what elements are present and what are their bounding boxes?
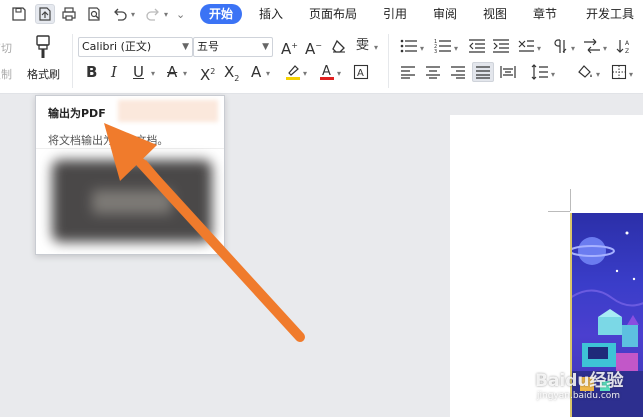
tab-developer-tools[interactable]: 开发工具 — [586, 6, 634, 22]
tab-insert[interactable]: 插入 — [259, 6, 283, 22]
tooltip-title: 输出为PDF — [48, 107, 106, 120]
distributed-align-icon[interactable] — [500, 65, 516, 79]
align-center-icon[interactable] — [425, 65, 441, 79]
borders-dropdown-icon[interactable]: ▾ — [629, 70, 633, 79]
highlight-dropdown-icon[interactable]: ▾ — [303, 69, 307, 78]
svg-text:A: A — [625, 40, 630, 47]
superscript-icon[interactable]: X2 — [200, 63, 215, 84]
tab-home[interactable]: 开始 — [200, 4, 243, 24]
group-divider — [388, 34, 389, 88]
redo-dropdown-icon[interactable]: ▾ — [164, 10, 168, 19]
tab-view[interactable]: 视图 — [483, 6, 507, 22]
show-hide-marks-icon[interactable] — [551, 38, 569, 54]
bullet-list-dropdown-icon[interactable]: ▾ — [420, 44, 424, 53]
font-color-dropdown-icon[interactable]: ▾ — [337, 69, 341, 78]
strikethrough-dropdown-icon[interactable]: ▾ — [183, 69, 187, 78]
subscript-icon[interactable]: X2 — [224, 63, 239, 88]
tab-page-layout[interactable]: 页面布局 — [309, 6, 357, 22]
character-border-icon[interactable]: A — [353, 64, 369, 80]
justify-icon — [476, 66, 490, 79]
clear-formatting-icon[interactable] — [331, 38, 347, 54]
sort-icon[interactable]: AZ — [616, 38, 634, 54]
margin-corner-mark — [570, 189, 571, 211]
align-right-icon[interactable] — [450, 65, 466, 79]
text-direction-icon[interactable] — [583, 38, 601, 54]
menu-bar: ▾ ▾ ⌄ 开始 插入 页面布局 引用 审阅 视图 章节 开发工具 — [0, 0, 643, 28]
tooltip-description: 将文档输出为PDF文档。 — [48, 134, 169, 147]
line-spacing-icon[interactable] — [531, 64, 549, 80]
svg-text:Z: Z — [625, 48, 629, 54]
tab-review[interactable]: 审阅 — [433, 6, 457, 22]
tab-references[interactable]: 引用 — [383, 6, 407, 22]
chevron-down-icon: ▼ — [262, 42, 269, 52]
text-direction-dropdown-icon[interactable]: ▾ — [603, 44, 607, 53]
print-icon[interactable] — [59, 4, 79, 24]
watermark-subtext: jingyan.baidu.com — [537, 391, 621, 401]
font-size-select[interactable]: 五号 ▼ — [193, 37, 273, 57]
underline-icon[interactable]: U — [133, 63, 144, 81]
align-left-icon[interactable] — [400, 65, 416, 79]
baidu-jingyan-watermark: Baidu经验 jingyan.baidu.com — [535, 366, 624, 401]
italic-icon[interactable]: I — [111, 63, 117, 81]
numbered-list-dropdown-icon[interactable]: ▾ — [454, 44, 458, 53]
format-painter-button[interactable]: 格式刷 — [27, 66, 60, 82]
bullet-list-icon[interactable] — [400, 38, 418, 54]
save-icon[interactable] — [9, 4, 29, 24]
font-name-select[interactable]: Calibri (正文) ▼ — [78, 37, 193, 57]
ribbon-toolbar: 剪切 复制 格式刷 Calibri (正文) ▼ 五号 ▼ A+ A− 雯 ▾ … — [0, 28, 643, 94]
text-effects-dropdown-icon[interactable]: ▾ — [266, 69, 270, 78]
text-effects-icon[interactable]: A — [251, 63, 261, 81]
strikethrough-icon[interactable]: A — [167, 63, 177, 81]
tooltip-preview-image — [52, 160, 212, 242]
copy-button[interactable]: 复制 — [0, 66, 12, 82]
chinese-layout-icon[interactable] — [517, 38, 535, 54]
numbered-list-icon[interactable]: 123 — [434, 38, 452, 54]
watermark-text: Baidu经验 — [535, 371, 624, 391]
tab-section[interactable]: 章节 — [533, 6, 557, 22]
shading-dropdown-icon[interactable]: ▾ — [596, 70, 600, 79]
font-name-value: Calibri (正文) — [82, 40, 152, 53]
font-size-value: 五号 — [197, 40, 219, 53]
print-preview-icon[interactable] — [84, 4, 104, 24]
svg-text:A: A — [357, 68, 364, 79]
tooltip-preview-thumbnail — [92, 190, 172, 214]
cut-button[interactable]: 剪切 — [0, 40, 12, 56]
export-pdf-tooltip: 输出为PDF 将文档输出为PDF文档。 — [35, 95, 225, 255]
undo-icon[interactable] — [110, 4, 130, 24]
decrease-font-size-icon[interactable]: A− — [305, 37, 322, 58]
font-color-icon[interactable]: A — [319, 63, 335, 81]
shading-icon[interactable] — [576, 64, 594, 80]
svg-text:A: A — [322, 64, 331, 79]
phonetic-guide-icon[interactable]: 雯 — [356, 37, 369, 55]
customize-chevron-icon[interactable]: ⌄ — [176, 8, 185, 21]
undo-dropdown-icon[interactable]: ▾ — [131, 10, 135, 19]
tooltip-separator — [36, 148, 224, 149]
phonetic-dropdown-icon[interactable]: ▾ — [374, 43, 378, 52]
group-divider — [72, 34, 73, 88]
svg-text:3: 3 — [434, 49, 437, 54]
export-pdf-icon[interactable] — [35, 4, 55, 24]
show-hide-dropdown-icon[interactable]: ▾ — [571, 44, 575, 53]
increase-font-size-icon[interactable]: A+ — [281, 37, 298, 58]
increase-indent-icon[interactable] — [492, 38, 510, 54]
tooltip-blurred-region — [118, 100, 218, 122]
borders-icon[interactable] — [611, 64, 627, 80]
format-painter-icon[interactable] — [33, 34, 55, 60]
justify-button[interactable] — [472, 62, 494, 82]
redo-icon[interactable] — [143, 4, 163, 24]
margin-corner-mark — [548, 211, 570, 212]
highlight-icon[interactable] — [285, 63, 301, 81]
chevron-down-icon: ▼ — [182, 42, 189, 52]
decrease-indent-icon[interactable] — [468, 38, 486, 54]
line-spacing-dropdown-icon[interactable]: ▾ — [551, 70, 555, 79]
bold-icon[interactable]: B — [86, 63, 97, 81]
chinese-layout-dropdown-icon[interactable]: ▾ — [537, 44, 541, 53]
underline-dropdown-icon[interactable]: ▾ — [151, 69, 155, 78]
